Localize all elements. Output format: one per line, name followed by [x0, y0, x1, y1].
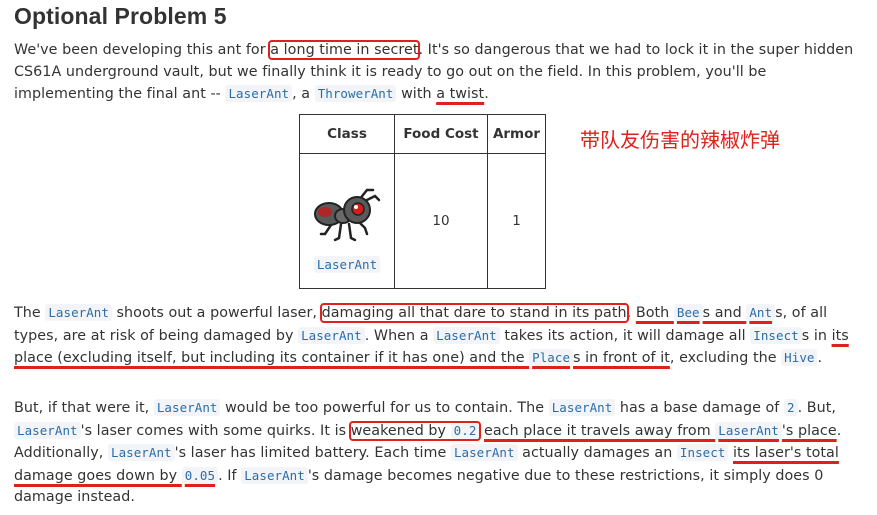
damage-paragraph: But, if that were it, LaserAnt would be … — [14, 397, 869, 509]
text: s — [775, 305, 783, 321]
text: actually damages an — [517, 445, 677, 462]
code-laserant: LaserAnt — [14, 421, 81, 439]
page-title: Optional Problem 5 — [14, 3, 227, 29]
class-label: LaserAnt — [313, 255, 381, 273]
text: . If — [218, 467, 242, 484]
text: . — [484, 86, 489, 103]
code-weaken-value: 0.2 — [450, 421, 480, 439]
text: has a base damage of — [615, 400, 784, 416]
highlight-box: weakened by 0.2 — [348, 420, 482, 441]
handwritten-annotation: 带队友伤害的辣椒炸弹 — [580, 128, 780, 152]
code-bee: Bee — [673, 304, 703, 321]
text: 's place — [781, 422, 837, 439]
underlined-text: each place it travels away from LaserAnt… — [484, 421, 837, 439]
highlight-box: damaging all that dare to stand in its p… — [319, 303, 629, 323]
ant-info-table: Class Food Cost Armor LaserAnt 10 1 — [299, 114, 546, 289]
text: each place it travels away from — [484, 422, 716, 439]
table-row: LaserAnt 10 1 — [299, 153, 546, 289]
header-class: Class — [299, 114, 395, 154]
text: 's laser comes with some quirks. It is — [80, 422, 351, 439]
text: . — [626, 305, 636, 321]
code-throwerant: ThrowerAnt — [314, 85, 397, 103]
text: . When a — [364, 327, 434, 344]
code-laserant: LaserAnt — [225, 85, 293, 103]
code-decay-value: 0.05 — [181, 466, 219, 484]
text: would be too powerful for us to contain.… — [220, 400, 549, 416]
code-insect: Insect — [676, 444, 729, 462]
laser-ant-icon — [314, 188, 381, 241]
text: weakened by — [350, 422, 451, 439]
code-laserant: LaserAnt — [450, 444, 518, 462]
text: s in — [801, 327, 832, 344]
code-laserant: LaserAnt — [298, 326, 365, 344]
underlined-text: Both Bee s and Ant — [635, 304, 776, 321]
intro-paragraph: We've been developing this ant for a lon… — [14, 40, 869, 106]
code-laserant: LaserAnt — [548, 399, 616, 416]
code-laserant: LaserAnt — [715, 421, 782, 439]
text: But, if that were it, — [14, 400, 154, 416]
code-hive: Hive — [781, 349, 818, 367]
header-food-cost: Food Cost — [394, 114, 488, 154]
text: . But, — [797, 400, 836, 416]
highlight-box: a long time in secret — [268, 40, 421, 60]
table-header-row: Class Food Cost Armor — [299, 114, 546, 154]
text: 's laser has limited battery. Each time — [174, 445, 451, 462]
class-cell: LaserAnt — [299, 153, 395, 289]
header-armor: Armor — [487, 114, 546, 154]
text: with — [396, 86, 437, 103]
text: takes its action, it will damage all — [499, 327, 751, 344]
armor-cell: 1 — [487, 153, 546, 289]
code-laserant: LaserAnt — [433, 326, 500, 344]
code-place: Place — [529, 349, 574, 367]
underlined-text: a twist — [436, 86, 485, 103]
code-laserant: LaserAnt — [45, 304, 112, 321]
food-cost-cell: 10 — [394, 153, 488, 289]
text: The — [14, 305, 46, 321]
text: Both — [635, 305, 674, 321]
code-ant: Ant — [746, 304, 776, 321]
code-laserant: LaserAnt — [108, 444, 175, 462]
text: shoots out a powerful laser, — [111, 305, 322, 321]
laser-paragraph: The LaserAnt shoots out a powerful laser… — [14, 302, 869, 370]
text: . — [817, 350, 823, 367]
code-damage-value: 2 — [783, 399, 798, 416]
text: s in front of it — [573, 350, 670, 367]
code-insect: Insect — [750, 326, 802, 344]
text: s and — [702, 305, 747, 321]
text: , excluding the — [669, 350, 782, 367]
text: We've been developing this ant for — [14, 42, 271, 58]
text: , a — [292, 86, 315, 103]
code-laserant: LaserAnt — [241, 466, 308, 484]
code-laserant: LaserAnt — [153, 399, 221, 416]
